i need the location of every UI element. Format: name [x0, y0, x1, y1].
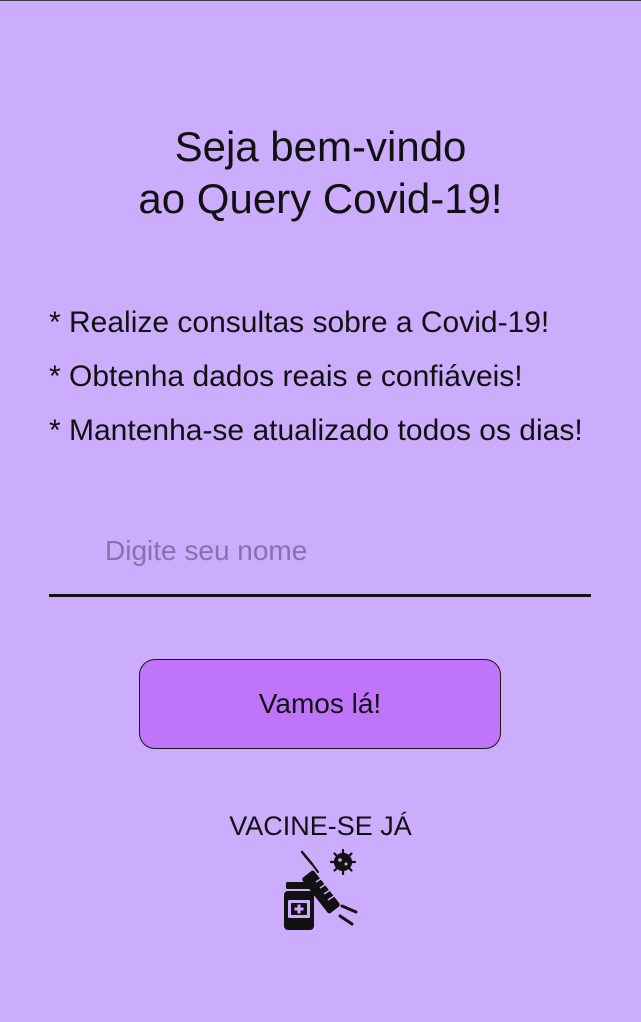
- vaccine-syringe-virus-icon: [284, 848, 358, 930]
- feature-list: * Realize consultas sobre a Covid-19! * …: [49, 296, 583, 458]
- status-bar-edge: [0, 0, 641, 1]
- welcome-title-line-2: ao Query Covid-19!: [138, 175, 503, 222]
- feature-item-queries: * Realize consultas sobre a Covid-19!: [49, 306, 550, 339]
- vaccine-banner-label: VACINE-SE JÁ: [229, 811, 412, 841]
- feature-item-daily-updates: * Mantenha-se atualizado todos os dias!: [49, 414, 583, 447]
- submit-button[interactable]: Vamos lá!: [139, 659, 501, 749]
- name-input[interactable]: [49, 520, 591, 582]
- feature-item-reliable-data: * Obtenha dados reais e confiáveis!: [49, 360, 523, 393]
- welcome-title-line-1: Seja bem-vindo: [174, 123, 467, 170]
- name-field: [49, 520, 591, 597]
- welcome-title: Seja bem-vindo ao Query Covid-19!: [0, 121, 641, 225]
